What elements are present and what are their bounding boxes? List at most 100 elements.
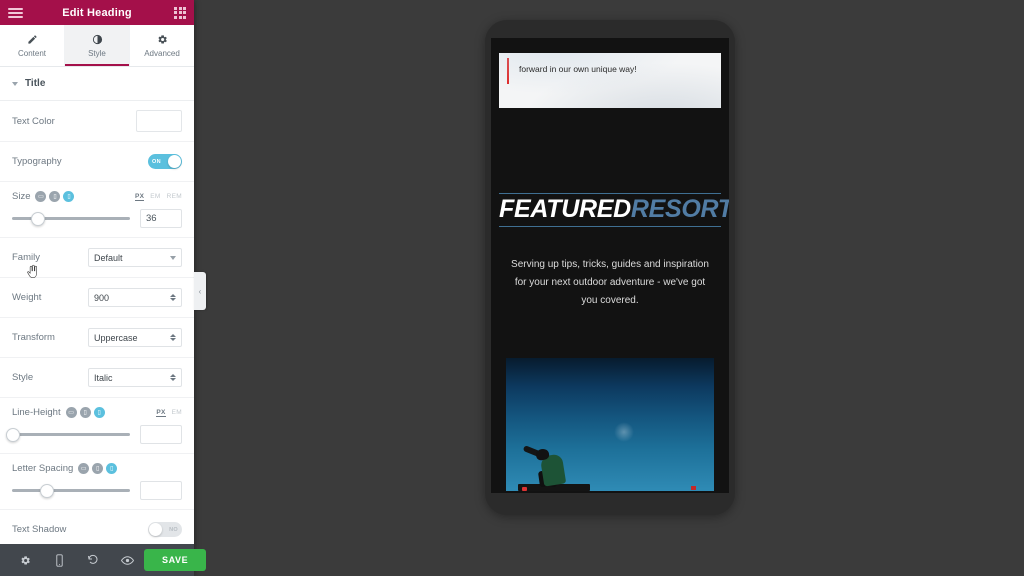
row-typography: Typography ON (0, 142, 194, 182)
letter-spacing-label: Letter Spacing (12, 463, 74, 474)
tab-style[interactable]: Style (65, 25, 130, 66)
tab-style-label: Style (88, 49, 106, 58)
letter-spacing-slider-knob[interactable] (40, 483, 55, 498)
sun-flare (614, 421, 635, 442)
text-shadow-toggle-state: NO (169, 526, 178, 533)
hamburger-icon[interactable] (8, 7, 23, 18)
size-units: PX EM REM (135, 193, 182, 201)
letter-spacing-device-tablet[interactable]: ▯ (92, 463, 104, 474)
line-height-unit-px[interactable]: PX (156, 409, 166, 417)
row-text-color: Text Color (0, 101, 194, 142)
phone-frame: forward in our own unique way! FEATUREDR… (485, 20, 735, 515)
row-weight: Weight 900 (0, 278, 194, 318)
text-shadow-label: Text Shadow (12, 524, 67, 535)
style-select[interactable]: Italic (88, 368, 182, 387)
mobile-device-icon[interactable] (42, 553, 76, 567)
size-slider-knob[interactable] (30, 211, 45, 226)
transform-label: Transform (12, 332, 55, 343)
undo-history-icon[interactable] (76, 554, 110, 566)
size-unit-rem[interactable]: REM (167, 193, 182, 200)
letter-spacing-device-group: ▭ ▯ ▯ (78, 463, 118, 474)
section-title-title[interactable]: Title (0, 67, 194, 101)
size-device-group: ▭ ▯ ▯ (35, 191, 75, 202)
style-value: Italic (94, 372, 113, 383)
line-height-value-input[interactable] (140, 425, 182, 444)
size-device-tablet[interactable]: ▯ (49, 191, 61, 202)
line-height-label: Line-Height (12, 407, 61, 418)
weight-select[interactable]: 900 (88, 288, 182, 307)
section-label: Title (25, 78, 46, 89)
family-value: Default (94, 252, 123, 263)
size-slider[interactable] (12, 211, 130, 226)
tab-advanced-label: Advanced (144, 49, 180, 58)
heading-word-resorts: RESORTS (630, 195, 729, 223)
stepper-icon (170, 334, 176, 341)
gear-icon (157, 33, 168, 46)
family-label: Family (12, 252, 40, 263)
line-height-unit-em[interactable]: EM (172, 409, 182, 416)
row-family: Family Default (0, 238, 194, 278)
row-style: Style Italic (0, 358, 194, 398)
transform-value: Uppercase (94, 332, 138, 343)
letter-spacing-device-mobile[interactable]: ▯ (106, 463, 118, 474)
chevron-down-icon (12, 81, 18, 86)
panel-collapse-toggle[interactable]: ‹ (194, 272, 206, 310)
line-height-device-tablet[interactable]: ▯ (79, 407, 91, 418)
letter-spacing-slider[interactable] (12, 483, 130, 498)
panel-tabs: Content Style Advanced (0, 25, 194, 67)
panel-body: Title Text Color Typography ON Size ▭ ▯ … (0, 67, 194, 544)
size-device-desktop[interactable]: ▭ (35, 191, 47, 202)
tab-advanced[interactable]: Advanced (130, 25, 194, 66)
line-height-slider-track (12, 433, 130, 436)
text-color-swatch[interactable] (136, 110, 182, 132)
row-transform: Transform Uppercase (0, 318, 194, 358)
chevron-down-icon (170, 255, 176, 260)
size-value-input[interactable]: 36 (140, 209, 182, 228)
heading-word-featured: FEATURED (499, 195, 631, 223)
letter-spacing-value-input[interactable] (140, 481, 182, 500)
size-unit-px[interactable]: PX (135, 193, 145, 201)
line-height-device-desktop[interactable]: ▭ (65, 407, 77, 418)
quote-card: forward in our own unique way! (499, 53, 721, 108)
editor-panel: Edit Heading Content Style Advanced Titl… (0, 0, 207, 576)
letter-spacing-slider-track (12, 489, 130, 492)
text-shadow-toggle[interactable]: NO (148, 522, 182, 537)
stepper-icon (170, 294, 176, 301)
subtext-paragraph: Serving up tips, tricks, guides and insp… (511, 259, 709, 306)
save-button[interactable]: SAVE (144, 549, 207, 571)
line-height-slider-knob[interactable] (6, 427, 21, 442)
featured-heading-widget[interactable]: FEATUREDRESORTS (499, 193, 729, 227)
heading-rule-bottom (499, 226, 721, 227)
stepper-icon (170, 374, 176, 381)
row-size: Size ▭ ▯ ▯ PX EM REM 36 (0, 182, 194, 238)
toggle-knob (168, 155, 181, 168)
weight-label: Weight (12, 292, 42, 303)
eye-preview-icon[interactable] (110, 555, 144, 566)
phone-screen: forward in our own unique way! FEATUREDR… (491, 38, 729, 493)
grid-widgets-icon[interactable] (174, 6, 186, 19)
line-height-slider[interactable] (6, 427, 130, 442)
transform-select[interactable]: Uppercase (88, 328, 182, 347)
size-label: Size (12, 191, 31, 202)
tab-content[interactable]: Content (0, 25, 65, 66)
line-height-device-group: ▭ ▯ ▯ (65, 407, 105, 418)
panel-footer: SAVE (0, 544, 207, 576)
family-select[interactable]: Default (88, 248, 182, 267)
skateboard-wheel-left (522, 487, 527, 491)
line-height-device-mobile[interactable]: ▯ (93, 407, 105, 418)
text-color-label: Text Color (12, 115, 55, 127)
panel-header: Edit Heading (0, 0, 194, 25)
line-height-units: PX EM (156, 409, 182, 417)
size-slider-track (12, 217, 130, 220)
weight-value: 900 (94, 292, 110, 303)
size-device-mobile[interactable]: ▯ (63, 191, 75, 202)
toggle-knob (149, 523, 162, 536)
settings-icon[interactable] (8, 555, 42, 566)
tab-content-label: Content (17, 49, 47, 58)
pencil-icon (27, 33, 38, 46)
size-unit-em[interactable]: EM (150, 193, 160, 200)
featured-heading-text: FEATUREDRESORTS (499, 194, 729, 226)
letter-spacing-device-desktop[interactable]: ▭ (78, 463, 90, 474)
typography-toggle[interactable]: ON (148, 154, 182, 169)
editor-stage: Edit Heading Content Style Advanced Titl… (0, 0, 1024, 576)
